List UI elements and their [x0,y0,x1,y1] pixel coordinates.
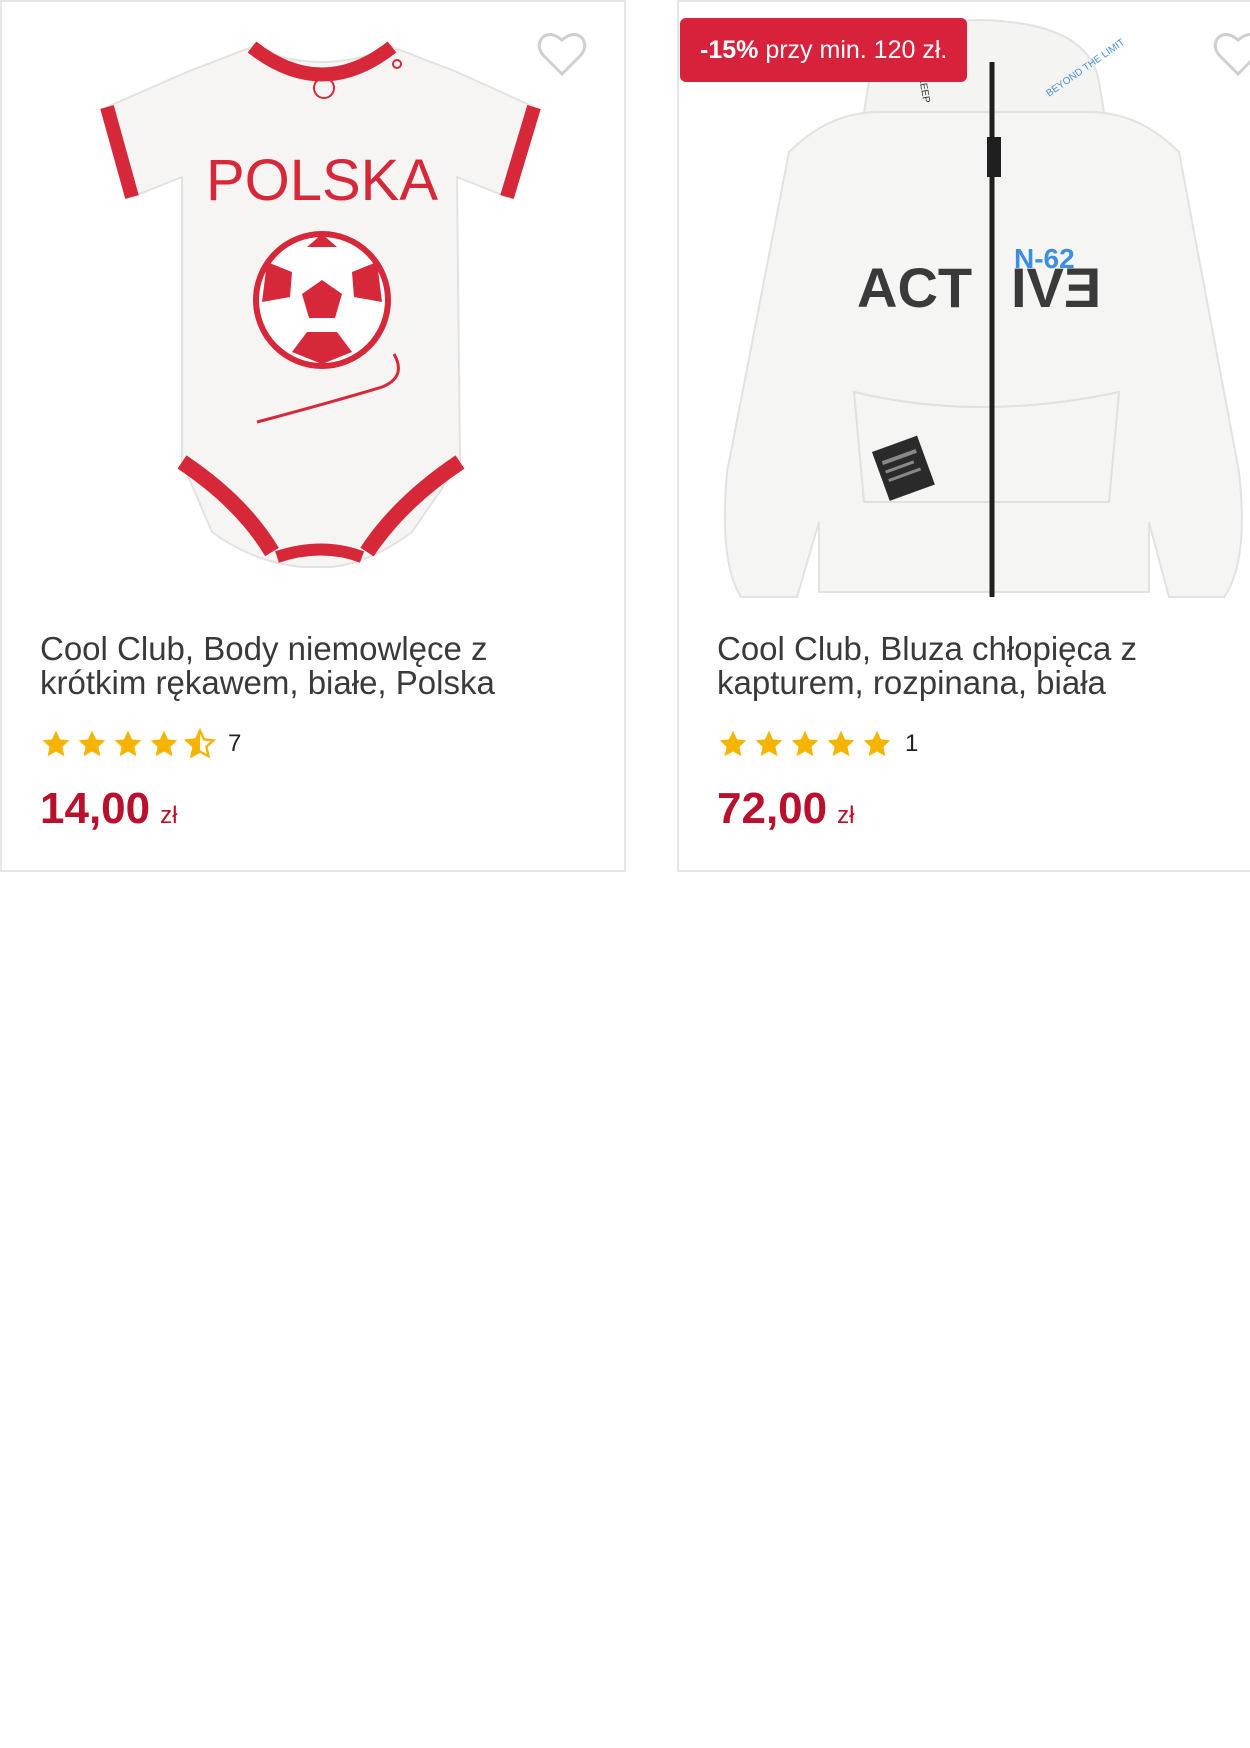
product-title[interactable]: Cool Club, Bluza chłopięca z kapturem, r… [717,632,1250,700]
promo-badge: -15% przy min. 120 zł. [680,18,968,82]
price-amount: 72,00 [717,784,828,833]
star-icon [863,730,891,757]
baby-bodysuit-image: POLSKA [100,41,541,568]
star-icon [78,730,106,757]
hoodie-image: KEEP BEYOND THE LIMIT ACT IVƎ N-62 [723,18,1243,598]
product-image[interactable]: POLSKA [2,2,624,612]
price-currency: zł [837,802,855,829]
heart-outline-icon[interactable] [536,30,588,78]
price-amount: 14,00 [40,784,151,833]
print-text: POLSKA [206,148,438,213]
star-icon [719,730,747,757]
product-card[interactable]: POLSKA Cool Club, Body niemowlęce z krót… [0,0,626,872]
product-grid: POLSKA Cool Club, Body niemowlęce z krót… [0,0,1250,875]
product-image[interactable]: KEEP BEYOND THE LIMIT ACT IVƎ N-62 -15% … [679,2,1250,612]
rating-stars [717,728,897,760]
star-icon [791,730,819,757]
rating-count: 1 [905,730,919,757]
heart-outline-icon[interactable] [1212,30,1250,78]
half-star-icon [184,728,216,759]
print-tag: N-62 [1014,243,1075,274]
product-rating: 1 [717,726,918,762]
price-currency: zł [160,802,178,829]
star-icon [114,730,142,757]
star-icon [150,730,178,757]
product-price: 14,00 zł [40,784,177,834]
product-title[interactable]: Cool Club, Body niemowlęce z krótkim ręk… [40,632,580,700]
star-icon [755,730,783,757]
rating-stars [40,728,220,760]
product-price: 72,00 zł [717,784,854,834]
product-card[interactable]: KEEP BEYOND THE LIMIT ACT IVƎ N-62 -15% … [677,0,1250,872]
star-icon [827,730,855,757]
product-rating: 7 [40,726,241,762]
rating-count: 7 [228,730,242,757]
star-icon [42,730,70,757]
promo-discount: -15% [700,36,759,64]
print-text-left: ACT [857,256,972,319]
promo-text: przy min. 120 zł. [765,36,948,64]
